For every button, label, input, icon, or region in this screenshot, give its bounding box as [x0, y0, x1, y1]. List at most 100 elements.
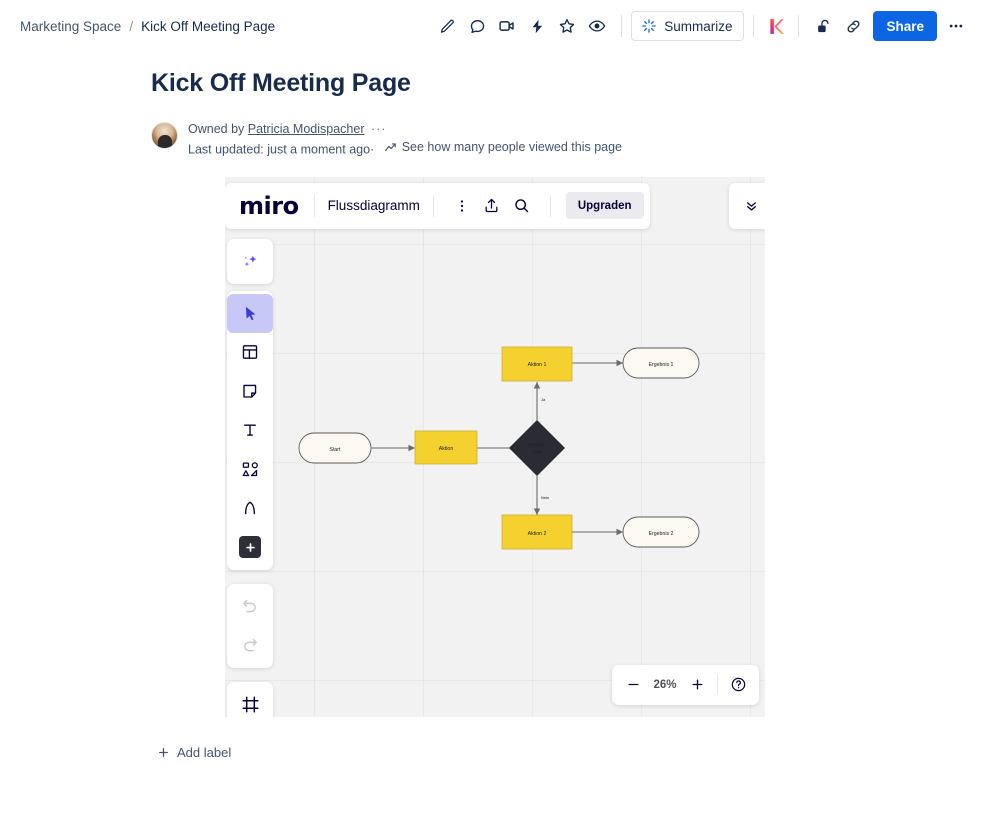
flow-node-ergebnis-1-label: Ergebnis 1	[649, 362, 674, 368]
flow-node-entscheidung-label-1: Entschei-	[528, 442, 546, 447]
owner-name-link[interactable]: Patricia Modispacher	[248, 122, 365, 136]
flow-node-entscheidung-label-2: dung	[532, 449, 542, 454]
sparkles-icon	[241, 252, 260, 271]
sticky-note-tool[interactable]	[227, 372, 273, 411]
ai-assistant-tool[interactable]	[227, 242, 273, 281]
flow-node-aktion-2[interactable]: Aktion 2	[501, 514, 573, 549]
unlock-icon[interactable]	[808, 11, 838, 41]
owner-line: Owned by Patricia Modispacher ···	[188, 120, 622, 138]
share-button[interactable]: Share	[873, 11, 937, 41]
flow-node-aktion[interactable]: Aktion	[414, 430, 478, 464]
pen-tool[interactable]	[227, 489, 273, 528]
page-views-label: See how many people viewed this page	[401, 140, 623, 154]
miro-header-divider-1	[313, 194, 315, 217]
rail-group-ai	[227, 238, 273, 284]
breadcrumb-separator: /	[129, 18, 134, 34]
question-circle-icon[interactable]	[723, 670, 753, 700]
plus-icon	[157, 746, 170, 759]
toolbar-divider-2	[753, 15, 755, 37]
template-layout-icon	[241, 343, 259, 361]
miro-logo[interactable]: miro	[239, 192, 301, 220]
text-tool[interactable]	[227, 411, 273, 450]
undo-tool[interactable]	[227, 587, 273, 626]
updated-line: Last updated: just a moment ago· See how…	[188, 138, 622, 159]
flow-node-start[interactable]: Start	[298, 432, 372, 463]
flow-edge-label-ja: Ja	[541, 397, 546, 402]
more-apps-tool[interactable]	[227, 528, 273, 567]
pen-compass-icon	[241, 499, 259, 517]
templates-tool[interactable]	[227, 333, 273, 372]
page-actions: Summarize Share	[432, 11, 971, 41]
star-icon[interactable]	[552, 11, 582, 41]
global-toolbar: Marketing Space / Kick Off Meeting Page	[0, 0, 985, 52]
page-title: Kick Off Meeting Page	[151, 69, 411, 97]
plus-square-icon	[239, 536, 261, 558]
redo-tool[interactable]	[227, 626, 273, 665]
miro-header-bar: miro Flussdiagramm Upgraden	[225, 182, 650, 229]
redo-arrow-icon	[241, 636, 259, 654]
miro-board-name[interactable]: Flussdiagramm	[328, 198, 420, 213]
flow-edge-label-nein: Nein	[541, 495, 549, 500]
miro-header-divider-2	[432, 194, 434, 217]
edit-icon[interactable]	[432, 11, 462, 41]
zoom-level-label[interactable]: 26%	[648, 679, 682, 691]
breadcrumb: Marketing Space / Kick Off Meeting Page	[20, 19, 275, 34]
flow-node-ergebnis-1[interactable]: Ergebnis 1	[622, 347, 700, 378]
avatar[interactable]	[151, 122, 178, 149]
double-chevron-down-icon[interactable]	[729, 182, 765, 229]
analytics-icon	[384, 141, 397, 154]
updated-separator: ·	[370, 142, 375, 157]
export-upload-icon[interactable]	[477, 191, 507, 221]
flow-node-aktion-2-label: Aktion 2	[528, 531, 547, 537]
ai-sparkle-icon	[641, 18, 657, 34]
breadcrumb-current-page[interactable]: Kick Off Meeting Page	[141, 19, 275, 34]
flow-node-ergebnis-2-label: Ergebnis 2	[649, 531, 674, 537]
video-icon[interactable]	[492, 11, 522, 41]
shapes-connector-icon	[241, 460, 260, 479]
frames-icon	[241, 695, 260, 714]
text-t-icon	[241, 421, 259, 439]
flow-node-aktion-1-label: Aktion 1	[528, 362, 547, 368]
undo-arrow-icon	[241, 597, 259, 615]
frames-tool[interactable]	[227, 685, 273, 717]
flow-node-start-label: Start	[330, 447, 342, 453]
watch-icon[interactable]	[582, 11, 612, 41]
page-views-link[interactable]: See how many people viewed this page	[384, 138, 622, 156]
flow-node-aktion-label: Aktion	[439, 446, 454, 452]
add-label-text: Add label	[177, 744, 232, 760]
last-updated-text: Last updated: just a moment ago	[188, 142, 371, 157]
owner-prefix: Owned by	[188, 122, 245, 136]
comment-icon[interactable]	[462, 11, 492, 41]
flow-node-aktion-1[interactable]: Aktion 1	[501, 346, 573, 381]
more-horizontal-icon[interactable]	[941, 11, 971, 41]
rail-group-frames	[227, 681, 273, 717]
toolbar-divider-3	[798, 15, 800, 37]
page-content: Kick Off Meeting Page Owned by Patricia …	[0, 69, 985, 764]
page-byline: Owned by Patricia Modispacher ··· Last u…	[151, 120, 945, 159]
zoom-divider	[717, 674, 718, 695]
more-vertical-icon[interactable]	[447, 191, 477, 221]
flow-node-entscheidung[interactable]: Entschei- dung	[509, 419, 565, 476]
miro-board-canvas[interactable]: Start Aktion Entschei- dung Aktion 1 Akt…	[225, 176, 765, 717]
summarize-button[interactable]: Summarize	[631, 11, 745, 41]
rail-group-history	[227, 583, 273, 668]
automation-icon[interactable]	[522, 11, 552, 41]
flow-node-ergebnis-2[interactable]: Ergebnis 2	[622, 516, 700, 547]
flowchart-diagram: Start Aktion Entschei- dung Aktion 1 Akt…	[298, 346, 700, 549]
sticky-note-icon	[241, 382, 259, 400]
miro-tool-rail	[227, 238, 273, 717]
upgrade-button[interactable]: Upgraden	[565, 192, 644, 219]
shapes-tool[interactable]	[227, 450, 273, 489]
zoom-out-button[interactable]	[618, 670, 648, 700]
byline-more-icon[interactable]: ···	[371, 122, 387, 136]
zoom-in-button[interactable]	[682, 670, 712, 700]
search-icon[interactable]	[507, 191, 537, 221]
zoom-controls: 26%	[612, 664, 759, 705]
toolbar-divider-1	[621, 15, 623, 37]
add-label-button[interactable]: Add label	[151, 741, 237, 764]
rail-group-main	[227, 290, 273, 570]
kaltura-k-logo[interactable]	[763, 13, 789, 39]
link-icon[interactable]	[838, 11, 868, 41]
select-tool[interactable]	[227, 293, 273, 333]
breadcrumb-space[interactable]: Marketing Space	[20, 19, 121, 34]
